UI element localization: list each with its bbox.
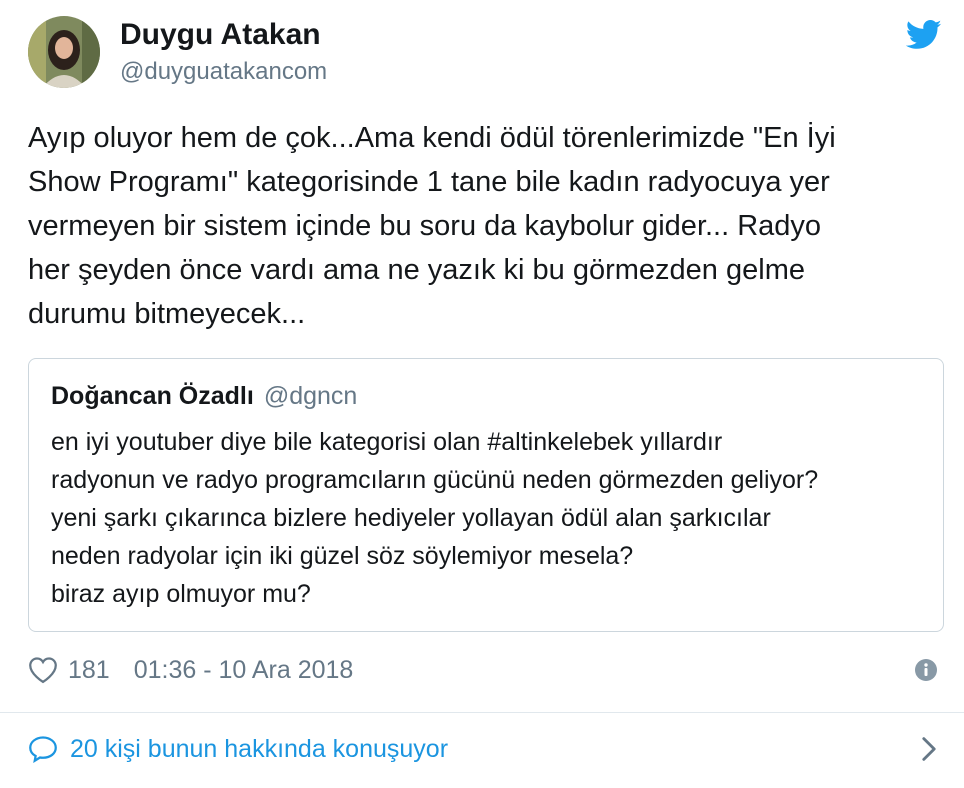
quoted-tweet[interactable]: Doğancan Özadlı @dgncn en iyi youtuber di… [28, 358, 944, 632]
tweet-text: Ayıp oluyor hem de çok...Ama kendi ödül … [28, 122, 836, 330]
info-icon[interactable] [914, 658, 938, 682]
quoted-author-handle: @dgncn [263, 382, 358, 410]
quoted-tweet-header: Doğancan Özadlı @dgncn [51, 379, 357, 413]
speech-bubble-icon [29, 736, 57, 763]
twitter-bird-icon[interactable] [906, 20, 942, 50]
like-count[interactable]: 181 [68, 656, 110, 685]
conversation-label[interactable]: 20 kişi bunun hakkında konuşuyor [70, 735, 448, 764]
quoted-author-name: Doğancan Özadlı [51, 382, 254, 410]
heart-icon[interactable] [28, 656, 58, 684]
quoted-tweet-text: en iyi youtuber diye bile kategorisi ola… [51, 428, 819, 608]
author-name[interactable]: Duygu Atakan [120, 16, 321, 54]
author-handle[interactable]: @duyguatakancom [120, 56, 327, 88]
divider [0, 712, 964, 713]
avatar-image [28, 16, 100, 88]
chevron-right-icon[interactable] [920, 736, 938, 762]
tweet-meta-row: 181 01:36 - 10 Ara 2018 [28, 650, 938, 690]
embedded-tweet: Duygu Atakan @duyguatakancom Ayıp oluyor… [0, 0, 964, 788]
avatar[interactable] [28, 16, 100, 88]
tweet-timestamp[interactable]: 01:36 - 10 Ara 2018 [134, 656, 354, 685]
conversation-link[interactable]: 20 kişi bunun hakkında konuşuyor [28, 728, 938, 770]
